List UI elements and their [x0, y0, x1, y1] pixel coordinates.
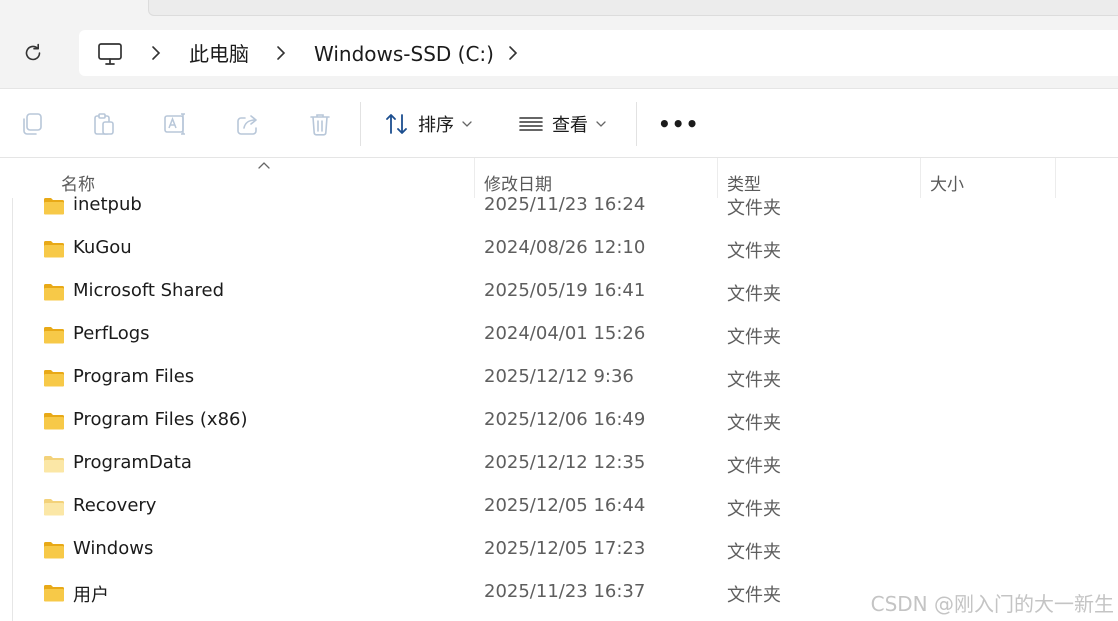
- file-type: 文件夹: [727, 327, 781, 348]
- folder-icon: [44, 585, 64, 602]
- file-type: 文件夹: [727, 198, 781, 219]
- file-name[interactable]: Microsoft Shared: [73, 280, 224, 301]
- file-row[interactable]: Windows 2025/12/05 17:23 文件夹: [0, 529, 1118, 572]
- folder-icon: [44, 198, 64, 215]
- folder-icon: [44, 499, 64, 516]
- chevron-down-icon: [596, 121, 606, 127]
- paste-button[interactable]: [89, 109, 119, 139]
- chevron-right-icon[interactable]: [506, 44, 520, 62]
- folder-icon: [44, 241, 64, 258]
- file-row[interactable]: Program Files (x86) 2025/12/06 16:49 文件夹: [0, 400, 1118, 443]
- copy-button[interactable]: [17, 109, 47, 139]
- file-date-modified: 2025/12/05 16:44: [484, 495, 646, 516]
- more-options-button[interactable]: •••: [658, 107, 699, 141]
- share-icon: [237, 115, 257, 135]
- file-name[interactable]: inetpub: [73, 194, 142, 215]
- tab-area[interactable]: [148, 0, 1118, 16]
- file-row[interactable]: ProgramData 2025/12/12 12:35 文件夹: [0, 443, 1118, 486]
- file-type: 文件夹: [727, 456, 781, 477]
- paste-icon: [94, 113, 114, 135]
- copy-icon: [23, 113, 42, 135]
- title-strip: [0, 0, 1118, 28]
- file-name[interactable]: 用户: [73, 581, 109, 607]
- chevron-down-icon: [462, 121, 472, 127]
- view-button[interactable]: 查看: [518, 107, 606, 141]
- refresh-button[interactable]: [18, 38, 48, 68]
- file-date-modified: 2025/12/05 17:23: [484, 538, 646, 559]
- file-type: 文件夹: [727, 284, 781, 305]
- delete-icon: [310, 114, 330, 136]
- refresh-icon: [25, 43, 41, 61]
- file-date-modified: 2024/08/26 12:10: [484, 237, 646, 258]
- folder-icon: [44, 542, 64, 559]
- file-name[interactable]: Windows: [73, 538, 153, 559]
- view-list-icon: [519, 117, 543, 131]
- file-date-modified: 2024/04/01 15:26: [484, 323, 646, 344]
- file-date-modified: 2025/11/23 16:24: [484, 194, 646, 215]
- file-name[interactable]: KuGou: [73, 237, 132, 258]
- file-type: 文件夹: [727, 499, 781, 520]
- toolbar-divider: [636, 102, 637, 146]
- folder-icon: [44, 327, 64, 344]
- file-row[interactable]: Recovery 2025/12/05 16:44 文件夹: [0, 486, 1118, 529]
- folder-icon: [44, 284, 64, 301]
- address-row: 此电脑 Windows-SSD (C:): [0, 28, 1118, 88]
- rename-button[interactable]: [161, 109, 191, 139]
- file-type: 文件夹: [727, 413, 781, 434]
- folder-icon: [44, 370, 64, 387]
- watermark-text: CSDN @刚入门的大一新生: [870, 592, 1114, 616]
- more-icon: •••: [658, 112, 700, 136]
- view-label: 查看: [552, 115, 588, 136]
- file-date-modified: 2025/11/23 16:37: [484, 581, 646, 602]
- rename-icon: [164, 113, 185, 135]
- folder-icon: [44, 413, 64, 430]
- command-bar: 排序 查看 •••: [0, 88, 1118, 158]
- file-date-modified: 2025/12/12 9:36: [484, 366, 634, 387]
- sort-button[interactable]: 排序: [384, 107, 472, 141]
- folder-icon: [44, 456, 64, 473]
- file-name[interactable]: PerfLogs: [73, 323, 150, 344]
- file-date-modified: 2025/12/06 16:49: [484, 409, 646, 430]
- breadcrumb-drive[interactable]: Windows-SSD (C:): [314, 41, 494, 67]
- file-type: 文件夹: [727, 370, 781, 391]
- toolbar-divider: [360, 102, 361, 146]
- address-bar[interactable]: 此电脑 Windows-SSD (C:): [79, 30, 1118, 76]
- sort-icon: [386, 114, 407, 134]
- share-button[interactable]: [233, 109, 263, 139]
- file-row[interactable]: PerfLogs 2024/04/01 15:26 文件夹: [0, 314, 1118, 357]
- sort-label: 排序: [418, 115, 454, 136]
- chevron-right-icon[interactable]: [149, 44, 163, 62]
- file-date-modified: 2025/12/12 12:35: [484, 452, 646, 473]
- file-name[interactable]: Program Files: [73, 366, 194, 387]
- file-name[interactable]: Recovery: [73, 495, 156, 516]
- file-row[interactable]: Program Files 2025/12/12 9:36 文件夹: [0, 357, 1118, 400]
- chevron-right-icon[interactable]: [274, 44, 288, 62]
- computer-icon[interactable]: [97, 41, 123, 67]
- file-name[interactable]: ProgramData: [73, 452, 192, 473]
- sort-ascending-icon: [258, 162, 270, 169]
- file-type: 文件夹: [727, 241, 781, 262]
- file-row[interactable]: KuGou 2024/08/26 12:10 文件夹: [0, 228, 1118, 271]
- file-date-modified: 2025/05/19 16:41: [484, 280, 646, 301]
- file-type: 文件夹: [727, 542, 781, 563]
- file-name[interactable]: Program Files (x86): [73, 409, 248, 430]
- file-row[interactable]: Microsoft Shared 2025/05/19 16:41 文件夹: [0, 271, 1118, 314]
- file-row[interactable]: inetpub 2025/11/23 16:24 文件夹: [0, 185, 1118, 228]
- file-type: 文件夹: [727, 585, 781, 606]
- breadcrumb-this-pc[interactable]: 此电脑: [189, 41, 249, 67]
- delete-button[interactable]: [305, 109, 335, 139]
